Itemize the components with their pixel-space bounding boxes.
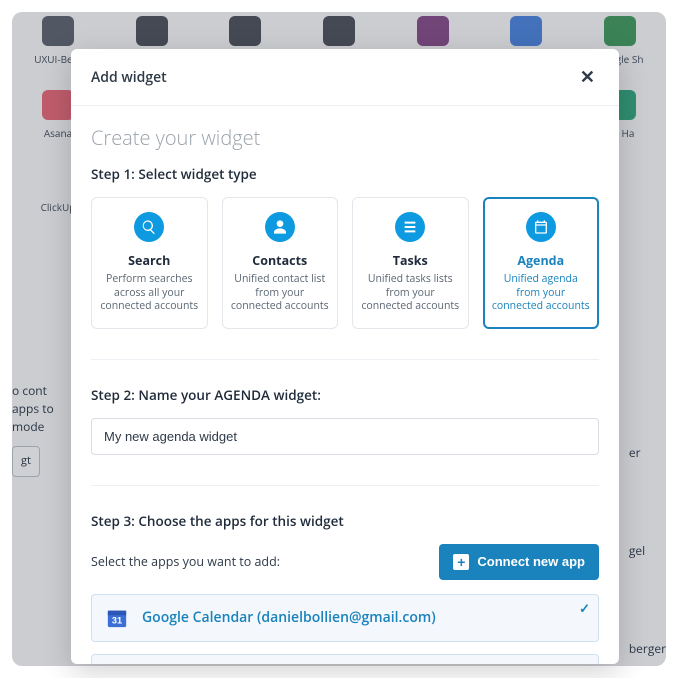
card-desc: Perform searches across all your connect… (100, 273, 199, 314)
connect-button-label: Connect new app (477, 554, 585, 569)
widget-type-agenda[interactable]: Agenda Unified agenda from your connected… (483, 197, 600, 329)
step2-label: Step 2: Name your AGENDA widget: (91, 386, 599, 404)
app-row[interactable]: ✓ 31 Google Calendar (danielbollien@gmail.… (91, 594, 599, 642)
step3-label: Step 3: Choose the apps for this widget (91, 512, 599, 530)
close-icon[interactable]: ✕ (576, 63, 599, 91)
checkmark-icon: ✓ (579, 659, 590, 664)
section-divider (91, 485, 599, 486)
card-desc: Unified contact list from your connected… (231, 273, 330, 314)
card-desc: Unified agenda from your connected accou… (492, 273, 591, 314)
card-desc: Unified tasks lists from your connected … (361, 273, 460, 314)
svg-text:31: 31 (112, 615, 122, 625)
google-calendar-icon: 31 (106, 607, 128, 629)
widget-type-tasks[interactable]: Tasks Unified tasks lists from your conne… (352, 197, 469, 329)
card-title: Tasks (393, 252, 428, 269)
agenda-icon (526, 212, 556, 242)
connect-new-app-button[interactable]: + Connect new app (439, 544, 599, 580)
widget-name-input[interactable] (91, 418, 599, 455)
search-icon (134, 212, 164, 242)
apps-list: ✓ 31 Google Calendar (danielbollien@gmail.… (91, 594, 599, 664)
card-title: Agenda (517, 252, 564, 269)
add-widget-modal: Add widget ✕ Create your widget Step 1: … (71, 49, 619, 664)
card-title: Search (128, 252, 170, 269)
checkmark-icon: ✓ (579, 599, 590, 617)
step1-label: Step 1: Select widget type (91, 165, 599, 183)
widget-type-contacts[interactable]: Contacts Unified contact list from your c… (222, 197, 339, 329)
card-title: Contacts (252, 252, 307, 269)
step3-subrow: Select the apps you want to add: + Conne… (91, 544, 599, 580)
contacts-icon (265, 212, 295, 242)
app-row[interactable]: ✓31Google Calendar (daniel.bollien@basaa… (91, 654, 599, 664)
widget-type-cards: Search Perform searches across all your c… (91, 197, 599, 329)
plus-icon: + (453, 554, 469, 570)
tasks-icon (395, 212, 425, 242)
modal-body: Create your widget Step 1: Select widget… (71, 106, 619, 664)
section-divider (91, 359, 599, 360)
modal-title: Add widget (91, 68, 167, 87)
widget-type-search[interactable]: Search Perform searches across all your c… (91, 197, 208, 329)
step3-subtext: Select the apps you want to add: (91, 553, 280, 570)
app-label: Google Calendar (danielbollien@gmail.com… (142, 608, 436, 627)
modal-header: Add widget ✕ (71, 49, 619, 106)
modal-subtitle: Create your widget (91, 124, 599, 151)
